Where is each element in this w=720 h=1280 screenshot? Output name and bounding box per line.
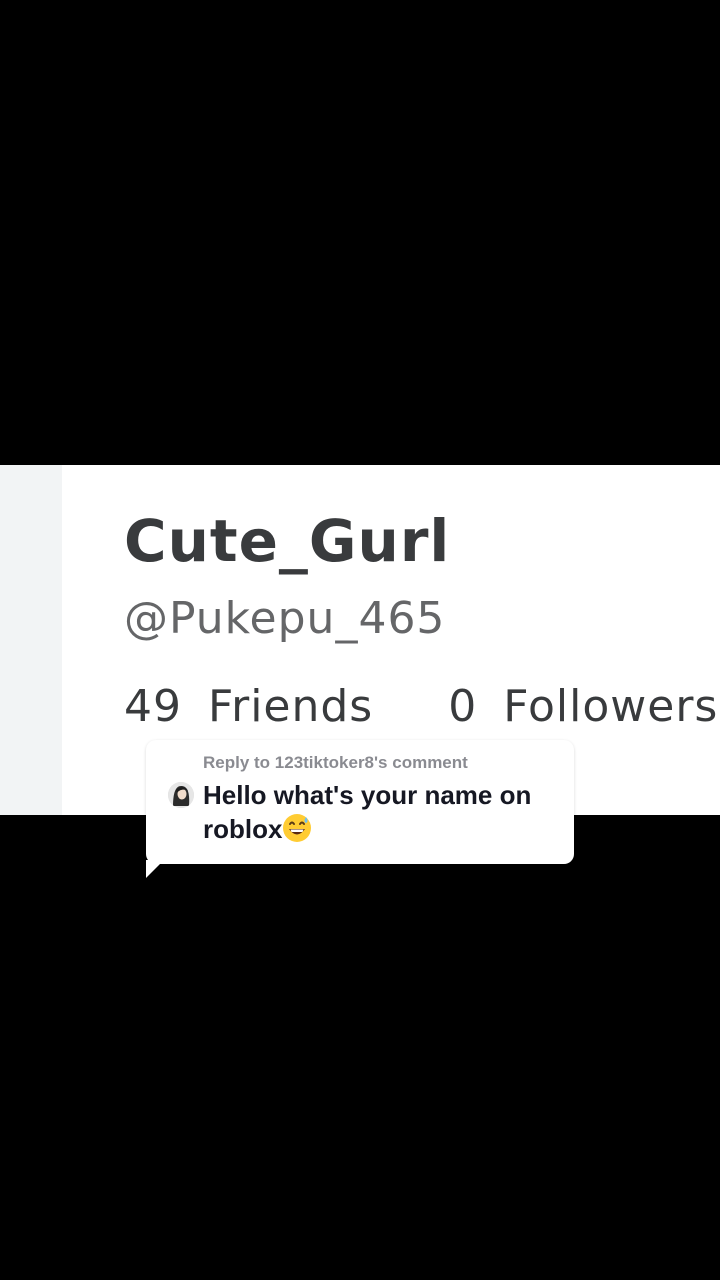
video-frame: Cute_Gurl @Pukepu_465 49 Friends 0 Followe… xyxy=(0,0,720,1280)
reply-comment-sticker[interactable]: Reply to 123tiktoker8's comment Hello wh… xyxy=(146,740,574,864)
friends-label: Friends xyxy=(208,681,374,732)
followers-count: 0 xyxy=(448,681,478,732)
friends-count: 49 xyxy=(124,681,182,732)
grinning-face-with-sweat-icon xyxy=(282,813,312,843)
reply-to-label: Reply to 123tiktoker8's comment xyxy=(203,753,468,772)
bubble-tail xyxy=(146,860,164,878)
followers-label: Followers xyxy=(503,681,719,732)
commenter-avatar-icon xyxy=(168,782,194,808)
profile-stats: 49 Friends 0 Followers xyxy=(124,677,720,737)
friends-stat: 49 Friends xyxy=(124,677,373,737)
comment-text: Hello what's your name on roblox xyxy=(203,778,563,846)
profile-display-name: Cute_Gurl xyxy=(124,507,451,575)
profile-username: @Pukepu_465 xyxy=(124,593,446,644)
side-strip xyxy=(0,465,62,815)
followers-stat: 0 Followers xyxy=(448,677,718,737)
comment-body: Hello what's your name on roblox xyxy=(203,780,532,844)
